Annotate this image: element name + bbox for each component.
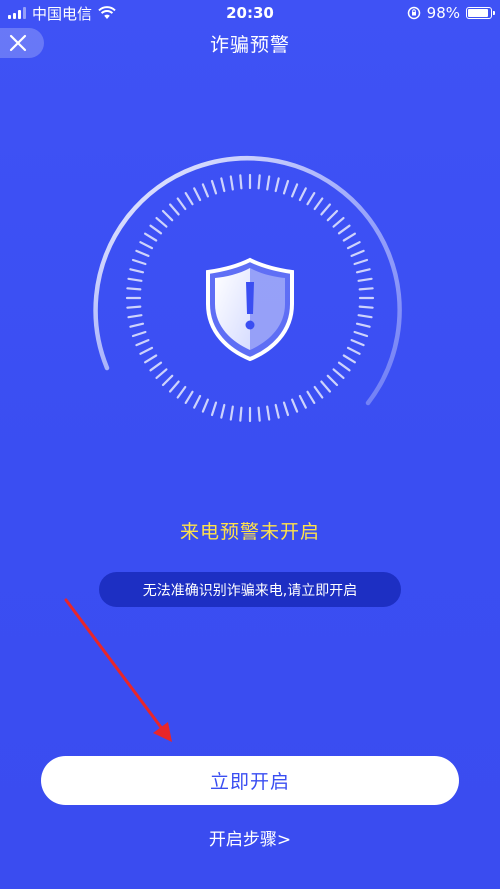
- dial-tick: [201, 183, 209, 198]
- dial-tick: [337, 224, 351, 235]
- dial-tick: [229, 405, 234, 421]
- dial-tick: [229, 175, 234, 191]
- dial-tick: [149, 224, 163, 235]
- dial-tick: [220, 403, 226, 419]
- dial-tick: [357, 277, 373, 282]
- dial-tick: [332, 216, 345, 228]
- dial-tick: [220, 177, 226, 193]
- dial-tick: [353, 330, 369, 338]
- battery-icon: [466, 7, 495, 19]
- dial-tick: [129, 322, 145, 328]
- dial-tick: [129, 268, 145, 274]
- dial-tick: [306, 191, 316, 206]
- dial-tick: [326, 374, 339, 387]
- enable-now-button[interactable]: 立即开启: [41, 756, 459, 805]
- dial-tick: [257, 406, 261, 422]
- dial-tick: [126, 287, 142, 291]
- dial-tick: [346, 346, 361, 355]
- dial-tick: [139, 241, 154, 250]
- status-bar-right: 98%: [407, 4, 495, 22]
- dial-tick: [169, 380, 180, 393]
- dial-tick: [326, 209, 339, 222]
- dial-tick: [201, 398, 209, 413]
- dial-tick: [350, 339, 365, 347]
- dial-tick: [139, 346, 154, 355]
- dial-tick: [313, 197, 324, 211]
- header: 诈骗预警: [0, 26, 500, 62]
- status-bar-left: 中国电信: [8, 3, 116, 24]
- dial-tick: [176, 197, 187, 211]
- dial-tick: [346, 241, 361, 250]
- dial-tick: [357, 314, 373, 319]
- dial-tick: [161, 374, 174, 387]
- carrier-name: 中国电信: [32, 4, 93, 23]
- dial-tick: [274, 177, 280, 193]
- dial-tick: [161, 209, 174, 222]
- dial-tick: [313, 385, 324, 399]
- dial-tick: [144, 354, 158, 364]
- dial-tick: [320, 380, 331, 393]
- dial-tick: [127, 314, 143, 319]
- dial-tick: [176, 385, 187, 399]
- dial-tick: [291, 398, 299, 413]
- dial-tick: [135, 249, 150, 258]
- orientation-lock-icon: [407, 6, 420, 20]
- dial-tick: [358, 287, 374, 291]
- dial-tick: [342, 232, 356, 242]
- battery-percent: 98%: [426, 4, 460, 22]
- dial-tick: [131, 330, 147, 338]
- page-title: 诈骗预警: [209, 34, 290, 56]
- dial-tick: [282, 401, 290, 417]
- clock: 20:30: [226, 4, 274, 22]
- dial-tick: [355, 268, 371, 274]
- dial-tick: [358, 305, 374, 309]
- dial-tick: [155, 216, 168, 228]
- dial-tick: [127, 277, 143, 282]
- dial-tick: [169, 203, 180, 216]
- dial-tick: [266, 405, 271, 421]
- dial-tick: [149, 361, 163, 372]
- dial-tick: [342, 354, 356, 364]
- dial-tick: [337, 361, 351, 372]
- dial-tick: [193, 187, 202, 202]
- signal-icon: [8, 7, 26, 19]
- dial-tick: [306, 390, 316, 404]
- dial-tick: [193, 394, 202, 409]
- screen: 中国电信 20:30 98% 诈骗预警 来电预警未开启 无法准确识别诈骗来电,请…: [0, 0, 500, 889]
- enable-steps-link[interactable]: 开启步骤>: [0, 825, 500, 850]
- dial-tick: [274, 403, 280, 419]
- shield-warning-icon: [206, 257, 294, 362]
- dial-tick: [184, 191, 194, 206]
- dial-tick: [320, 203, 331, 216]
- dial-tick: [298, 187, 307, 202]
- dial-tick: [291, 183, 299, 198]
- dial-tick: [332, 368, 345, 379]
- dial-tick: [135, 339, 150, 347]
- dial-tick: [210, 179, 218, 195]
- dial-tick: [144, 232, 158, 242]
- dial-tick: [126, 305, 142, 309]
- hint-pill: 无法准确识别诈骗来电,请立即开启: [99, 572, 401, 607]
- dial-tick: [257, 174, 261, 190]
- dial-tick: [298, 394, 307, 409]
- dial-tick: [131, 258, 147, 266]
- battery-fill: [468, 9, 488, 17]
- wifi-icon: [98, 6, 116, 19]
- dial-tick: [355, 322, 371, 328]
- dial-tick: [353, 258, 369, 266]
- dial-tick: [239, 174, 243, 190]
- enable-now-label: 立即开启: [209, 771, 290, 793]
- shield-graphic: [93, 155, 402, 423]
- status-bar: 中国电信 20:30 98%: [0, 0, 500, 26]
- dial-tick: [266, 175, 271, 191]
- dial-tick: [155, 368, 168, 379]
- hint-text: 无法准确识别诈骗来电,请立即开启: [142, 582, 358, 599]
- dial-tick: [184, 390, 194, 404]
- dial-tick: [239, 406, 243, 422]
- warning-status-text: 来电预警未开启: [179, 521, 320, 543]
- dial-tick: [350, 249, 365, 258]
- dial-tick: [282, 179, 290, 195]
- dial-tick: [210, 401, 218, 417]
